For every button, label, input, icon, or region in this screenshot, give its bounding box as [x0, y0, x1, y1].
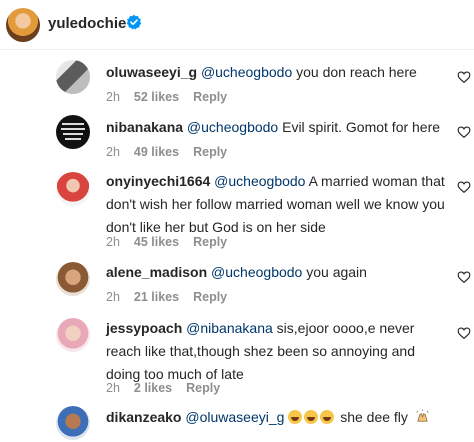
- heart-outline-icon[interactable]: [457, 70, 471, 84]
- post-header: yuledochie: [0, 0, 474, 50]
- commenter-avatar[interactable]: [56, 60, 90, 94]
- comment-mention[interactable]: @ucheogbodo: [214, 173, 305, 189]
- reply-button[interactable]: Reply: [193, 90, 227, 104]
- comment-time: 2h: [106, 381, 120, 395]
- comment-text: you again: [302, 264, 367, 280]
- comment-mention[interactable]: @ucheogbodo: [201, 64, 292, 80]
- heart-outline-icon[interactable]: [457, 125, 471, 139]
- commenter-avatar[interactable]: [56, 262, 90, 296]
- comment-username[interactable]: oluwaseeyi_g: [106, 64, 197, 80]
- comment-username[interactable]: jessypoach: [106, 320, 182, 336]
- comment-likes[interactable]: 52 likes: [134, 90, 179, 104]
- comment-mention[interactable]: @oluwaseeyi_g: [185, 409, 284, 425]
- author-username[interactable]: yuledochie: [48, 15, 126, 32]
- verified-badge-icon: [126, 14, 142, 30]
- heart-outline-icon[interactable]: [457, 180, 471, 194]
- comment-text: Evil spirit. Gomot for here: [278, 119, 441, 135]
- comment-username[interactable]: alene_madison: [106, 264, 207, 280]
- comment-time: 2h: [106, 235, 120, 249]
- commenter-avatar[interactable]: [56, 115, 90, 149]
- heart-outline-icon[interactable]: [457, 270, 471, 284]
- comment-mention[interactable]: @ucheogbodo: [187, 119, 278, 135]
- comment-likes[interactable]: 2 likes: [134, 381, 172, 395]
- reply-button[interactable]: Reply: [193, 145, 227, 159]
- reply-button[interactable]: Reply: [186, 381, 220, 395]
- laughing-emoji-icon: [288, 410, 303, 424]
- commenter-avatar[interactable]: [56, 172, 90, 206]
- comment-mention[interactable]: @ucheogbodo: [211, 264, 302, 280]
- comment-username[interactable]: onyinyechi1664: [106, 173, 210, 189]
- heart-outline-icon[interactable]: [457, 326, 471, 340]
- comment-likes[interactable]: 49 likes: [134, 145, 179, 159]
- comment-time: 2h: [106, 145, 120, 159]
- comment-time: 2h: [106, 90, 120, 104]
- comment-text: you don reach here: [292, 64, 417, 80]
- comment-mention[interactable]: @nibanakana: [186, 320, 273, 336]
- hands-emoji-icon: [416, 409, 429, 422]
- commenter-avatar[interactable]: [56, 318, 90, 352]
- comment-text: she dee fly: [336, 409, 408, 425]
- reply-button[interactable]: Reply: [193, 290, 227, 304]
- comment-time: 2h: [106, 290, 120, 304]
- comment-username[interactable]: nibanakana: [106, 119, 183, 135]
- commenter-avatar[interactable]: [56, 406, 90, 440]
- laughing-emoji-icon: [320, 410, 335, 424]
- laughing-emoji-icon: [304, 410, 319, 424]
- comment-likes[interactable]: 21 likes: [134, 290, 179, 304]
- comment-username[interactable]: dikanzeako: [106, 409, 181, 425]
- reply-button[interactable]: Reply: [193, 235, 227, 249]
- author-avatar[interactable]: [6, 8, 40, 42]
- comment-likes[interactable]: 45 likes: [134, 235, 179, 249]
